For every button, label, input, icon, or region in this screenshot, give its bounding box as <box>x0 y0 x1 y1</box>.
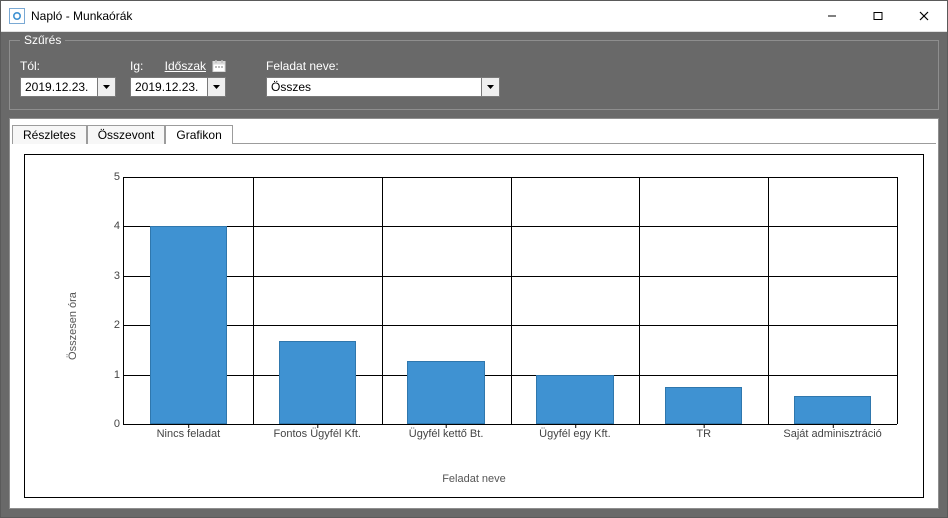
chart-gridline-h <box>124 424 897 425</box>
to-date-picker[interactable] <box>130 77 226 97</box>
chart-gridline-v <box>382 177 383 424</box>
to-date-input[interactable] <box>131 78 207 96</box>
tab-detailed[interactable]: Részletes <box>12 125 87 144</box>
chart-xtick: Nincs feladat <box>157 424 221 440</box>
chart-bar <box>279 341 356 424</box>
chart-gridline-v <box>897 177 898 424</box>
from-date-picker[interactable] <box>20 77 116 97</box>
to-date-col: Ig: Időszak <box>130 59 226 97</box>
window-title: Napló - Munkaórák <box>31 9 809 23</box>
chart-bar <box>407 361 484 424</box>
chart-xlabel: Feladat neve <box>41 473 907 485</box>
chart-gridline-v <box>511 177 512 424</box>
close-button[interactable] <box>901 1 947 31</box>
app-window: Napló - Munkaórák Szűrés Tól: <box>0 0 948 518</box>
task-combo-dropdown-button[interactable] <box>481 78 499 96</box>
chart-ytick: 1 <box>96 369 124 381</box>
chart-xtick: TR <box>696 424 711 440</box>
from-label: Tól: <box>20 59 40 73</box>
tab-chart[interactable]: Grafikon <box>165 125 232 144</box>
chart-gridline-v <box>639 177 640 424</box>
filter-row: Tól: Ig: Időszak <box>20 59 928 97</box>
chart-xtick: Fontos Ügyfél Kft. <box>274 424 361 440</box>
from-date-input[interactable] <box>21 78 97 96</box>
chart-gridline-v <box>253 177 254 424</box>
tab-summary[interactable]: Összevont <box>87 125 166 144</box>
calendar-icon[interactable] <box>212 59 226 73</box>
chart-xtick: Ügyfél kettő Bt. <box>409 424 484 440</box>
tabstrip: Részletes Összevont Grafikon <box>10 119 938 143</box>
chart-ytick: 0 <box>96 418 124 430</box>
filter-group: Szűrés Tól: Ig: Időszak <box>9 40 939 110</box>
content-panel: Részletes Összevont Grafikon Összesen ór… <box>9 118 939 509</box>
titlebar: Napló - Munkaórák <box>1 1 947 32</box>
chart-plot: 012345Nincs feladatFontos Ügyfél Kft.Ügy… <box>95 177 897 443</box>
to-date-dropdown-button[interactable] <box>207 78 225 96</box>
minimize-button[interactable] <box>809 1 855 31</box>
chart-xtick: Saját adminisztráció <box>783 424 881 440</box>
chart-bar <box>536 375 613 424</box>
filter-group-title: Szűrés <box>20 33 65 47</box>
chart-xtick: Ügyfél egy Kft. <box>539 424 611 440</box>
app-icon <box>9 8 25 24</box>
chart-gridline-v <box>768 177 769 424</box>
chart-bar <box>794 396 871 424</box>
chart-container: Összesen óra 012345Nincs feladatFontos Ü… <box>10 144 938 508</box>
period-link[interactable]: Időszak <box>165 59 206 73</box>
chart-plot-area: 012345Nincs feladatFontos Ügyfél Kft.Ügy… <box>123 177 897 425</box>
chart-frame: Összesen óra 012345Nincs feladatFontos Ü… <box>24 154 924 498</box>
task-label: Feladat neve: <box>266 59 339 73</box>
task-combo[interactable] <box>266 77 500 97</box>
client-area: Szűrés Tól: Ig: Időszak <box>1 32 947 517</box>
chart-ytick: 3 <box>96 270 124 282</box>
chart-bar <box>150 226 227 424</box>
from-date-dropdown-button[interactable] <box>97 78 115 96</box>
maximize-button[interactable] <box>855 1 901 31</box>
to-label: Ig: <box>130 59 143 73</box>
chart-ytick: 2 <box>96 319 124 331</box>
task-combo-input[interactable] <box>267 78 481 96</box>
from-date-col: Tól: <box>20 59 116 97</box>
chart-bar <box>665 387 742 424</box>
window-buttons <box>809 1 947 31</box>
chart-ytick: 5 <box>96 171 124 183</box>
chart-ylabel: Összesen óra <box>67 292 79 360</box>
task-col: Feladat neve: <box>266 59 500 97</box>
chart-ytick: 4 <box>96 220 124 232</box>
